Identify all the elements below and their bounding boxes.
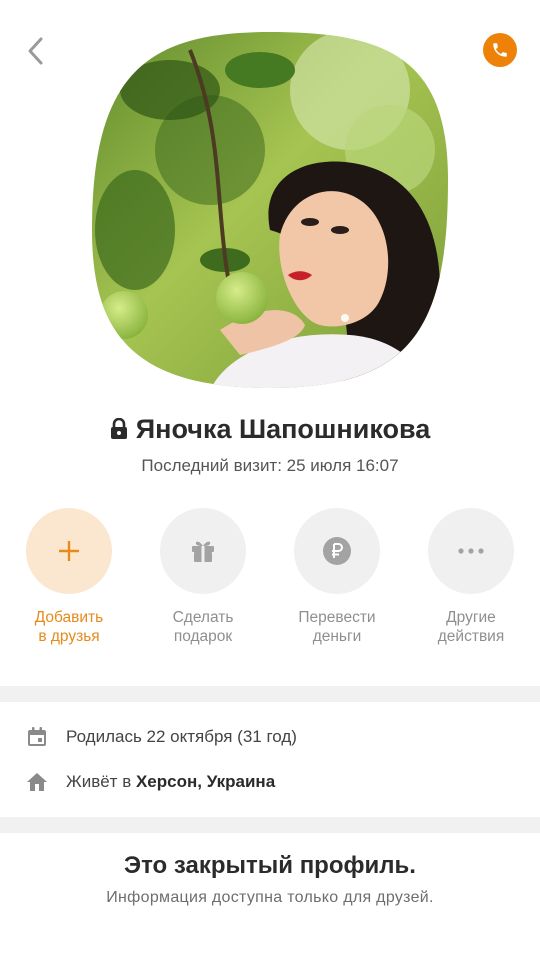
calendar-icon [26, 726, 48, 748]
plus-icon [59, 541, 79, 561]
home-icon [26, 771, 48, 793]
send-gift-circle[interactable] [160, 508, 246, 594]
transfer-money-button[interactable]: Перевести деньги [270, 508, 404, 646]
phone-icon [493, 43, 507, 57]
birthday-text: Родилась 22 октября (31 год) [66, 727, 297, 746]
closed-profile-subtitle: Информация доступна только для друзей. [106, 889, 434, 906]
gift-icon [192, 541, 214, 562]
more-icon [458, 548, 484, 554]
other-actions-circle[interactable] [428, 508, 514, 594]
chevron-left-icon [28, 37, 43, 65]
profile-name: Яночка Шапошникова [0, 414, 540, 445]
add-friend-circle[interactable] [26, 508, 112, 594]
send-gift-label: Сделать подарок [172, 609, 234, 645]
lock-icon [110, 418, 127, 439]
add-friend-label: Добавить в друзья [34, 609, 104, 645]
location-prefix: Живёт в [66, 772, 132, 791]
last-visit: Последний визит: 25 июля 16:07 [141, 456, 399, 475]
section-divider-2 [0, 817, 540, 833]
transfer-money-circle[interactable] [294, 508, 380, 594]
closed-profile-title: Это закрытый профиль. [124, 852, 416, 879]
back-button[interactable] [22, 34, 54, 68]
location-row: Живёт в Херсон, Украина [26, 771, 275, 793]
section-divider [0, 686, 540, 702]
call-button[interactable] [483, 33, 517, 67]
actions-row: Добавить в друзья Сделать подарок Переве… [0, 508, 540, 658]
send-gift-button[interactable]: Сделать подарок [136, 508, 270, 646]
birthday-row: Родилась 22 октября (31 год) [26, 726, 297, 748]
location-place[interactable]: Херсон, Украина [136, 772, 275, 792]
other-actions-button[interactable]: Другие действия [404, 508, 538, 646]
avatar-photo [92, 32, 448, 388]
ruble-icon [323, 537, 351, 565]
profile-name-text: Яночка Шапошникова [135, 414, 431, 444]
transfer-money-label: Перевести деньги [298, 609, 376, 645]
other-actions-label: Другие действия [437, 609, 505, 645]
add-friend-button[interactable]: Добавить в друзья [2, 508, 136, 646]
profile-avatar[interactable] [90, 30, 450, 390]
